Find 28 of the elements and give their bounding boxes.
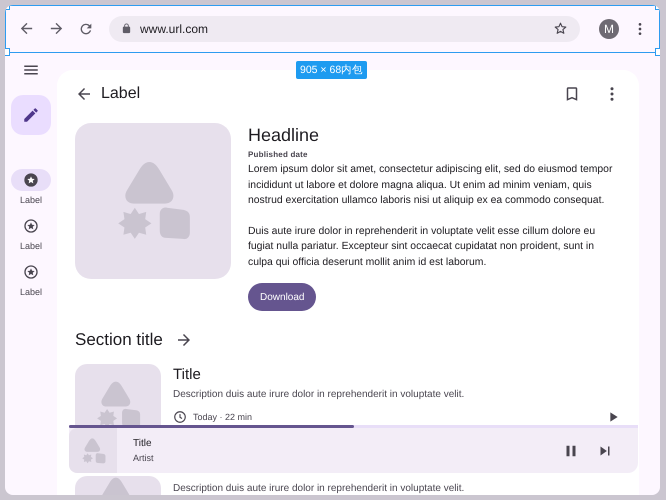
body-text: Lorem ipsum dolor sit amet, consectetur adipiscing elit, sed do eiusmod tempor incididunt ut labore et dolore magna aliqua. Ut enim ad minim veniam, quis nostrud exercitation ullamco laboris nisi ut aliquip ex ea commodo consequat. (248, 163, 614, 208)
lock-icon (121, 23, 132, 34)
url-text: www.url.com (140, 22, 210, 36)
section-title: Section title (75, 330, 163, 350)
star-icon[interactable] (553, 21, 568, 36)
avatar[interactable]: M (599, 18, 619, 38)
back-icon[interactable] (18, 20, 35, 37)
item-description: Description duis aute irure dolor in reprehenderit in voluptate velit. (173, 389, 466, 400)
artist-name: Artist (133, 453, 154, 463)
download-button[interactable]: Download (248, 283, 316, 311)
item-title: Title (173, 366, 202, 384)
reload-icon[interactable] (78, 20, 94, 36)
pencil-icon (22, 106, 40, 124)
nav-item[interactable]: Label (11, 261, 51, 297)
shapes-icon (80, 438, 106, 464)
edit-button[interactable] (11, 95, 51, 135)
address-bar[interactable]: www.url.com (109, 16, 580, 42)
headline: Headline (248, 124, 320, 146)
published-date: Published date (248, 150, 309, 159)
track-title: Title (133, 438, 153, 449)
item-description: Description duis aute irure dolor in reprehenderit in voluptate velit. (173, 483, 466, 494)
page-title: Label (101, 84, 140, 102)
size-badge: 905 × 68内包 (296, 61, 368, 79)
clock-icon (173, 410, 187, 424)
item-meta: Today · 22 min (193, 412, 252, 422)
body-text: Duis aute irure dolor in reprehenderit in voluptate velit esse cillum dolore eu fugiat nulla pariatur. Excepteur sint occaecat cupidatat non proident, sunt in culpa qui officia deserunt mollit anim id est laborum. (248, 224, 596, 270)
nav-item[interactable]: Label (11, 215, 51, 251)
forward-icon[interactable] (48, 20, 65, 37)
